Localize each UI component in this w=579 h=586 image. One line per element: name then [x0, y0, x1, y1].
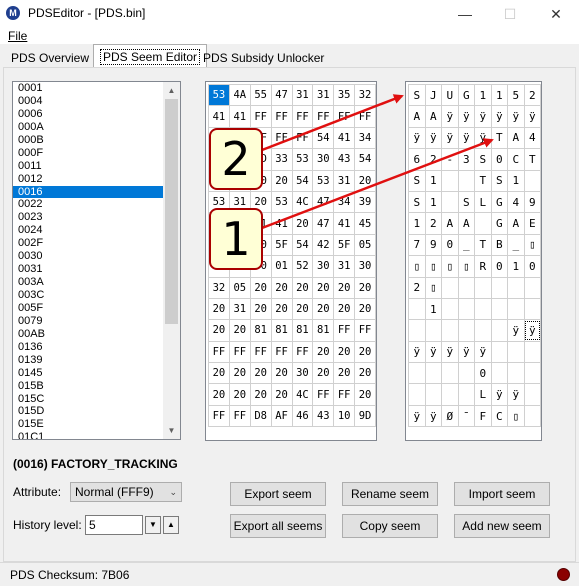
seem-name-label: (0016) FACTORY_TRACKING [13, 457, 178, 471]
status-bar: PDS Checksum: 7B06 [0, 562, 579, 586]
export-all-seems-button[interactable]: Export all seems [230, 514, 326, 538]
history-level-input[interactable]: 5 [85, 515, 143, 535]
export-seem-button[interactable]: Export seem [230, 482, 326, 506]
callout-2-badge: 2 [209, 128, 263, 190]
checksum-label: PDS Checksum: 7B06 [10, 568, 130, 582]
callout-2-arrow [261, 94, 404, 152]
rename-seem-button[interactable]: Rename seem [342, 482, 438, 506]
callout-1-arrow [261, 138, 494, 230]
callout-1-badge: 1 [209, 208, 263, 270]
attribute-value: Normal (FFF9) [75, 485, 154, 499]
attribute-label: Attribute: [13, 485, 62, 499]
import-seem-button[interactable]: Import seem [454, 482, 550, 506]
history-level-label: History level: [13, 518, 82, 532]
status-led-icon [557, 568, 570, 581]
add-new-seem-button[interactable]: Add new seem [454, 514, 550, 538]
attribute-dropdown[interactable]: Normal (FFF9) ⌄ [70, 482, 182, 502]
history-up-button[interactable]: ▲ [163, 516, 179, 534]
chevron-down-icon: ⌄ [169, 487, 177, 497]
history-down-button[interactable]: ▼ [145, 516, 161, 534]
copy-seem-button[interactable]: Copy seem [342, 514, 438, 538]
